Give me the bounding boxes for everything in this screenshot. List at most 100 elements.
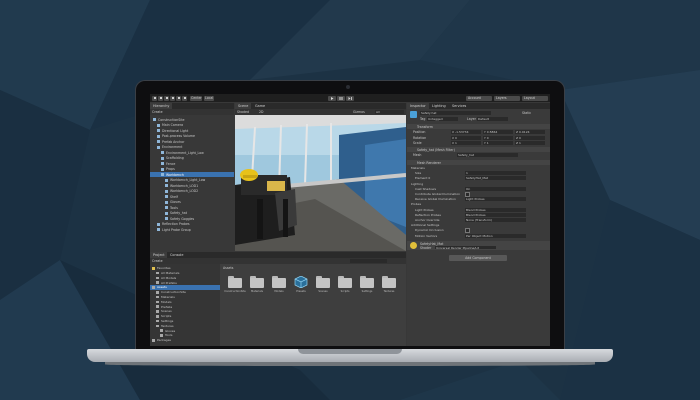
space-toggle[interactable]: Local	[204, 95, 214, 101]
transform-header[interactable]: Transform	[407, 124, 550, 129]
hierarchy-item[interactable]: ConstructionSite	[150, 117, 234, 122]
asset-folder[interactable]: Models	[268, 276, 290, 302]
asset-folder[interactable]: ConstructionSite	[224, 276, 246, 302]
hierarchy-item[interactable]: Workbench_LOD2	[150, 189, 234, 194]
project-tree-label: All Prefabs	[161, 280, 177, 285]
rotation-y-field[interactable]: Y 0	[483, 135, 513, 140]
transform-tool-button[interactable]	[182, 95, 187, 101]
hierarchy-item[interactable]: Environment_Light_Low	[150, 150, 234, 155]
size-field[interactable]: 1	[465, 171, 526, 176]
folder-icon	[272, 276, 286, 288]
hierarchy-item[interactable]: Workbench_Light_Low	[150, 178, 234, 183]
light-probes-dropdown[interactable]: Blend Probes	[465, 207, 526, 212]
asset-folder[interactable]: Materials	[246, 276, 268, 302]
hierarchy-item[interactable]: Environment	[150, 145, 234, 150]
2d-toggle[interactable]: 2D	[259, 110, 263, 114]
toolbar-layers-dropdown[interactable]: Layers	[494, 95, 520, 101]
hierarchy-item[interactable]: Gloves	[150, 200, 234, 205]
hierarchy-item[interactable]: Safety_hat	[150, 211, 234, 216]
asset-folder[interactable]: Scenes	[312, 276, 334, 302]
toolbar-layout-dropdown[interactable]: Layout	[522, 95, 548, 101]
asset-folder-label: Settings	[361, 290, 373, 293]
shader-dropdown[interactable]: Universal Render Pipeline/Lit	[435, 245, 496, 249]
hierarchy-item[interactable]: Safety Goggles	[150, 216, 234, 221]
hierarchy-item[interactable]: Tools	[150, 205, 234, 210]
asset-folder[interactable]: Scripts	[334, 276, 356, 302]
scale-y-field[interactable]: Y 1	[483, 141, 513, 145]
project-create-button[interactable]: Create	[152, 259, 163, 263]
motion-vectors-dropdown[interactable]: Per Object Motion	[465, 233, 526, 238]
material-header[interactable]: SafetyHat_Mat Shader Universal Render Pi…	[407, 241, 550, 250]
tab-inspector[interactable]: Inspector	[407, 103, 429, 109]
reflection-probes-dropdown[interactable]: Blend Probes	[465, 212, 526, 217]
hierarchy-item[interactable]: Main Camera	[150, 123, 234, 128]
gameobject-icon	[157, 145, 160, 149]
hierarchy-item[interactable]: Directional Light	[150, 128, 234, 133]
hierarchy-item[interactable]: Prefab Anchor	[150, 139, 234, 144]
shading-mode-dropdown[interactable]: Shaded	[237, 110, 249, 114]
scale-x-field[interactable]: X 1	[451, 141, 481, 145]
hierarchy-item[interactable]: Post-process Volume	[150, 134, 234, 139]
move-tool-button[interactable]	[158, 95, 163, 101]
materials-foldout-label: Materials	[411, 166, 425, 170]
rotate-tool-button[interactable]	[164, 95, 169, 101]
mesh-filter-header[interactable]: Safety_hat (Mesh Filter)	[407, 147, 550, 152]
play-icon	[331, 96, 334, 100]
scene-viewport[interactable]	[235, 115, 406, 251]
rect-tool-button[interactable]	[176, 95, 181, 101]
project-tree-item[interactable]: Scenes	[150, 309, 220, 314]
project-search-input[interactable]	[350, 259, 387, 263]
step-button[interactable]	[346, 95, 354, 101]
position-x-field[interactable]: X -1.53734	[451, 130, 481, 134]
pivot-toggle[interactable]: Center	[190, 95, 202, 101]
layer-dropdown[interactable]: Default	[477, 117, 508, 121]
project-tree-label: Prefabs	[161, 304, 173, 309]
hierarchy-create-button[interactable]: Create	[152, 110, 163, 114]
hierarchy-item[interactable]: Fence	[150, 161, 234, 166]
gameobject-icon	[410, 111, 417, 118]
asset-folder[interactable]: Textures	[378, 276, 400, 302]
laptop-base	[87, 349, 613, 362]
hierarchy-item[interactable]: Scaffolding	[150, 156, 234, 161]
gameobject-icon	[165, 184, 168, 187]
hierarchy-item[interactable]: Workbench_LOD1	[150, 183, 234, 188]
hierarchy-item[interactable]: Reflection Probes	[150, 222, 234, 227]
hierarchy-item[interactable]: Shelf	[150, 194, 234, 199]
project-tree-item[interactable]: Packages	[150, 338, 220, 343]
mesh-renderer-header[interactable]: Mesh Renderer	[407, 160, 550, 165]
static-checkbox[interactable]: Static	[522, 111, 531, 115]
scale-tool-button[interactable]	[170, 95, 175, 101]
mesh-field[interactable]: Safety_hat	[457, 153, 518, 157]
hierarchy-item-label: Scaffolding	[166, 156, 184, 160]
hierarchy-item[interactable]: Light Probe Group	[150, 227, 234, 232]
project-tree-label: Materials	[161, 295, 175, 300]
tab-services[interactable]: Services	[449, 103, 470, 109]
hand-tool-button[interactable]	[152, 95, 157, 101]
rotation-z-field[interactable]: Z 0	[515, 135, 545, 140]
play-button[interactable]	[328, 95, 336, 101]
project-tree-item[interactable]: Tools	[150, 333, 220, 338]
hierarchy-item[interactable]: Props	[150, 167, 234, 172]
receive-gi-dropdown[interactable]: Light Probes	[465, 197, 526, 202]
hierarchy-item[interactable]: Workbench	[150, 172, 234, 177]
position-y-field[interactable]: Y 0.5864	[483, 130, 513, 134]
position-z-field[interactable]: Z 0.9124	[515, 130, 545, 134]
asset-folder[interactable]: Presets	[290, 275, 312, 302]
element-0-field[interactable]: SafetyHat_Mat	[465, 176, 526, 181]
add-component-button[interactable]: Add Component	[449, 255, 507, 261]
hierarchy-item-label: Prefab Anchor	[162, 139, 185, 144]
cast-shadows-dropdown[interactable]: On	[465, 186, 526, 191]
toolbar-account-dropdown[interactable]: Account	[466, 95, 492, 101]
scale-z-field[interactable]: Z 1	[515, 141, 545, 145]
anchor-override-field[interactable]: None (Transform)	[465, 218, 526, 222]
breadcrumb[interactable]: Assets	[223, 266, 233, 270]
tab-lighting[interactable]: Lighting	[429, 103, 449, 109]
project-tree-item[interactable]: Assets	[150, 285, 220, 290]
tag-dropdown[interactable]: Untagged	[427, 117, 458, 121]
pause-button[interactable]	[337, 95, 345, 101]
object-name-field[interactable]: Safety hat	[420, 111, 491, 115]
scene-search-input[interactable]: All	[375, 110, 404, 114]
gizmos-dropdown[interactable]: Gizmos	[353, 110, 365, 114]
rotation-x-field[interactable]: X 0	[451, 135, 481, 140]
asset-folder[interactable]: Settings	[356, 276, 378, 302]
